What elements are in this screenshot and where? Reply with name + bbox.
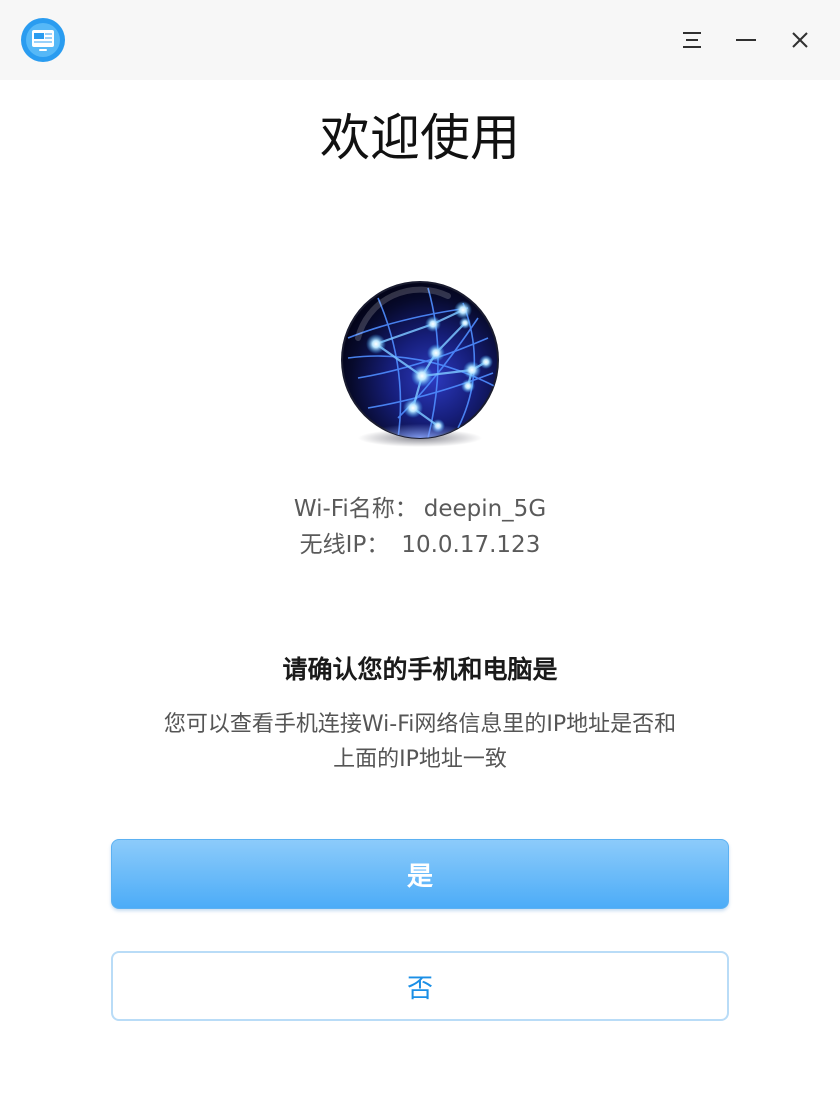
app-icon bbox=[21, 18, 65, 62]
title-bar bbox=[0, 0, 840, 80]
close-button[interactable] bbox=[780, 20, 820, 60]
wireless-ip-value: 10.0.17.123 bbox=[401, 532, 541, 558]
minimize-icon bbox=[736, 39, 756, 41]
wifi-name-value: deepin_5G bbox=[423, 496, 547, 522]
yes-button[interactable]: 是 bbox=[111, 839, 729, 909]
minimize-button[interactable] bbox=[726, 20, 766, 60]
yes-button-label: 是 bbox=[406, 861, 433, 892]
no-button-label: 否 bbox=[406, 973, 433, 1004]
no-button[interactable]: 否 bbox=[111, 951, 729, 1021]
hamburger-menu-icon bbox=[683, 32, 701, 48]
network-globe-icon bbox=[341, 281, 499, 447]
wifi-name-row: Wi-Fi名称： deepin_5G bbox=[0, 492, 840, 526]
wireless-ip-row: 无线IP： 10.0.17.123 bbox=[0, 528, 840, 562]
page-title: 欢迎使用 bbox=[320, 109, 520, 167]
close-icon bbox=[792, 32, 808, 48]
window-menu-button[interactable] bbox=[672, 20, 712, 60]
description-line-1: 您可以查看手机连接Wi-Fi网络信息里的IP地址是否和 bbox=[163, 712, 677, 737]
wireless-ip-label: 无线IP： bbox=[299, 532, 390, 558]
description-line-2: 上面的IP地址一致 bbox=[333, 747, 507, 772]
wifi-name-label: Wi-Fi名称： bbox=[293, 496, 418, 522]
confirm-title: 请确认您的手机和电脑是 bbox=[282, 655, 558, 684]
